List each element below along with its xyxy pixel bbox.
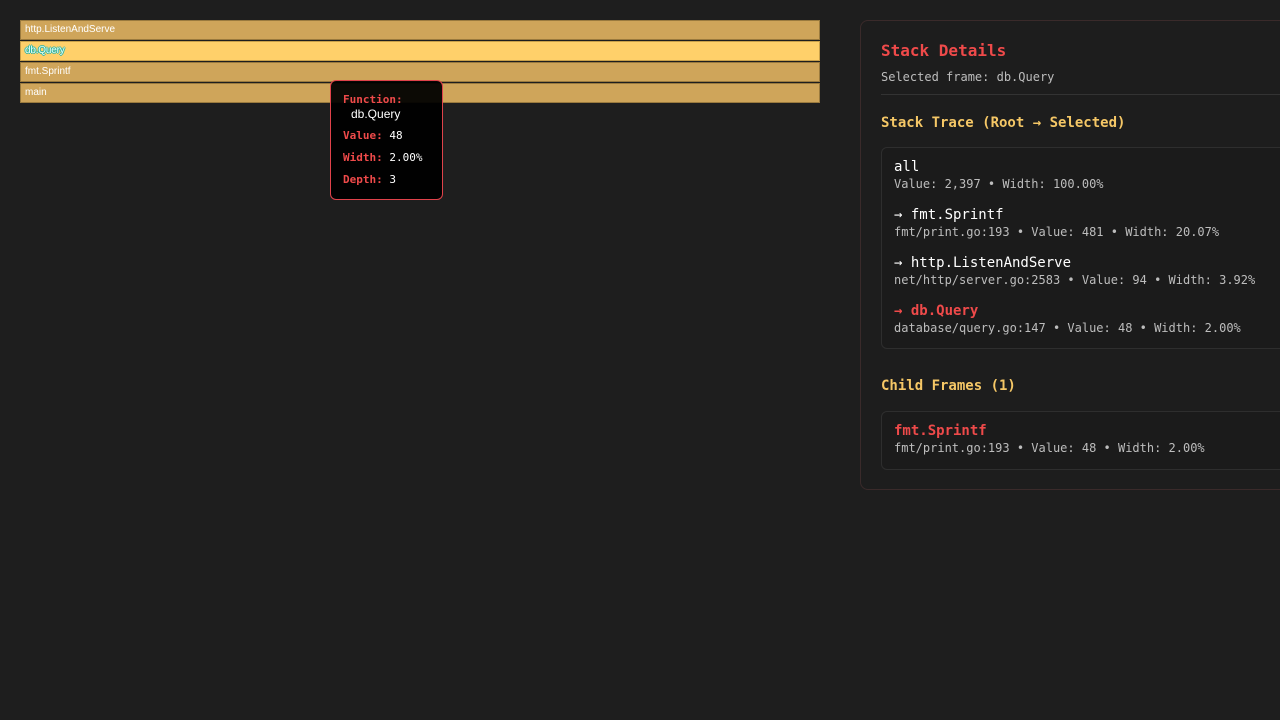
stack-entry-meta: database/query.go:147 • Value: 48 • Widt… <box>894 321 1241 335</box>
stack-entry-meta: fmt/print.go:193 • Value: 481 • Width: 2… <box>894 225 1220 239</box>
tooltip-function-row: Function: <box>343 93 442 107</box>
tooltip-function-key: Function: <box>343 93 403 106</box>
child-frame-meta: fmt/print.go:193 • Value: 48 • Width: 2.… <box>894 441 1205 455</box>
child-frame-name: fmt.Sprintf <box>894 423 987 439</box>
selected-frame-label: Selected frame: db.Query <box>881 70 1055 84</box>
panel-title: Stack Details <box>881 41 1007 60</box>
stack-entry-meta: net/http/server.go:2583 • Value: 94 • Wi… <box>894 273 1256 287</box>
tooltip-function-value: db.Query <box>351 107 401 121</box>
frame-label: fmt.Sprintf <box>25 66 71 77</box>
tooltip-value-value: 48 <box>389 129 403 142</box>
flame-frame-http-listenandserve[interactable]: http.ListenAndServe <box>20 20 820 40</box>
stack-entry-fmt-sprintf[interactable]: → fmt.Sprintf fmt/print.go:193 • Value: … <box>894 206 1280 254</box>
stack-entry-name: → fmt.Sprintf <box>894 207 1004 223</box>
stack-entry-name: → db.Query <box>894 303 979 319</box>
stack-entry-db-query[interactable]: → db.Query database/query.go:147 • Value… <box>894 302 1280 350</box>
tooltip-width-value: 2.00% <box>389 151 423 164</box>
child-frame-fmt-sprintf[interactable]: fmt.Sprintf fmt/print.go:193 • Value: 48… <box>894 422 1280 456</box>
stack-entry-all[interactable]: all Value: 2,397 • Width: 100.00% <box>894 158 1280 206</box>
stack-entry-name: all <box>894 159 920 175</box>
stack-trace-title: Stack Trace (Root → Selected) <box>881 115 1126 131</box>
stack-details-panel: Stack Details Selected frame: db.Query S… <box>860 20 1280 490</box>
tooltip-width-key: Width: <box>343 151 383 164</box>
frame-label: http.ListenAndServe <box>25 24 116 35</box>
divider <box>881 94 1280 95</box>
child-frames-title: Child Frames (1) <box>881 378 1016 394</box>
stack-entry-name: → http.ListenAndServe <box>894 255 1072 271</box>
frame-tooltip: Function: db.Query Value: 48 Width: 2.00… <box>330 80 443 200</box>
tooltip-value-key: Value: <box>343 129 383 142</box>
tooltip-depth-key: Depth: <box>343 173 383 186</box>
child-frames-list: fmt.Sprintf fmt/print.go:193 • Value: 48… <box>881 411 1280 470</box>
tooltip-value-row: Value: 48 <box>343 125 442 147</box>
tooltip-depth-value: 3 <box>389 173 396 186</box>
tooltip-width-row: Width: 2.00% <box>343 147 442 169</box>
stack-entry-http-listenandserve[interactable]: → http.ListenAndServe net/http/server.go… <box>894 254 1280 302</box>
frame-label: main <box>25 87 47 98</box>
frame-label: db.Query <box>25 45 65 56</box>
stack-trace-list: all Value: 2,397 • Width: 100.00% → fmt.… <box>881 147 1280 349</box>
tooltip-depth-row: Depth: 3 <box>343 169 442 191</box>
flame-frame-fmt-sprintf[interactable]: fmt.Sprintf <box>20 62 820 82</box>
flame-frame-db-query[interactable]: db.Query <box>20 41 820 61</box>
stack-entry-meta: Value: 2,397 • Width: 100.00% <box>894 177 1104 191</box>
